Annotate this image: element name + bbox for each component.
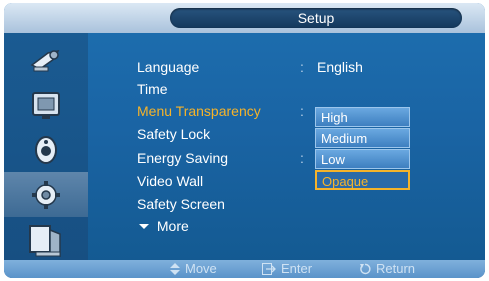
move-arrows-icon (170, 262, 180, 275)
sound-icon (35, 135, 57, 164)
dropdown-option-high[interactable]: High (315, 107, 410, 127)
menu-item-safety-screen[interactable]: Safety Screen (137, 194, 225, 214)
footer-move-label: Move (185, 261, 217, 276)
menu-item-safety-lock[interactable]: Safety Lock (137, 124, 210, 144)
footer-enter: Enter (262, 261, 312, 276)
separator-colon: : (300, 103, 304, 119)
transparency-dropdown[interactable]: High Medium Low Opaque (315, 107, 410, 191)
chevron-down-icon (139, 223, 149, 229)
screen-icon (32, 91, 60, 119)
sidebar-item-sound[interactable] (4, 127, 88, 172)
menu-item-label: Video Wall (137, 173, 204, 189)
separator-colon: : (300, 59, 304, 75)
dropdown-option-medium[interactable]: Medium (315, 128, 410, 148)
menu-item-label: Safety Screen (137, 196, 225, 212)
enter-icon (262, 262, 276, 275)
title-bar: Setup (4, 3, 485, 33)
menu-item-time[interactable]: Time (137, 79, 168, 99)
separator-colon: : (300, 150, 304, 166)
footer-move: Move (170, 261, 217, 276)
menu-item-label: Safety Lock (137, 126, 211, 142)
menu-item-value: English (317, 59, 363, 75)
return-icon (360, 263, 371, 274)
menu-item-label: Time (137, 81, 168, 97)
setup-gear-icon (32, 180, 60, 209)
sidebar-item-screen[interactable] (4, 82, 88, 127)
menu-item-menu-transparency[interactable]: Menu Transparency : (137, 101, 304, 121)
page-title: Setup (297, 10, 335, 26)
sidebar (4, 33, 88, 260)
footer-enter-label: Enter (281, 261, 313, 276)
dropdown-option-opaque[interactable]: Opaque (315, 170, 410, 190)
menu-item-more[interactable]: More (137, 216, 189, 236)
menu-item-language[interactable]: Language : English (137, 57, 363, 77)
menu-item-label: Energy Saving (137, 150, 229, 166)
sidebar-item-multi-window[interactable] (4, 217, 88, 262)
sidebar-item-setup[interactable] (4, 172, 88, 217)
menu-item-label: More (156, 218, 189, 234)
footer-help-bar: Move Enter Return (4, 260, 485, 278)
picture-icon (30, 49, 60, 71)
menu-item-label: Language (137, 59, 200, 75)
setup-osd-window: Setup Language: English Time Menu Trans… (4, 3, 485, 278)
dropdown-option-low[interactable]: Low (315, 149, 410, 169)
multi-window-icon (29, 224, 61, 257)
footer-return: Return (359, 261, 415, 276)
menu-item-energy-saving[interactable]: Energy Saving : (137, 148, 304, 168)
footer-return-label: Return (376, 261, 416, 276)
sidebar-item-picture[interactable] (4, 37, 88, 82)
menu-item-label: Menu Transparency (137, 103, 261, 119)
title-pill: Setup (170, 8, 462, 28)
menu-item-video-wall[interactable]: Video Wall (137, 171, 203, 191)
